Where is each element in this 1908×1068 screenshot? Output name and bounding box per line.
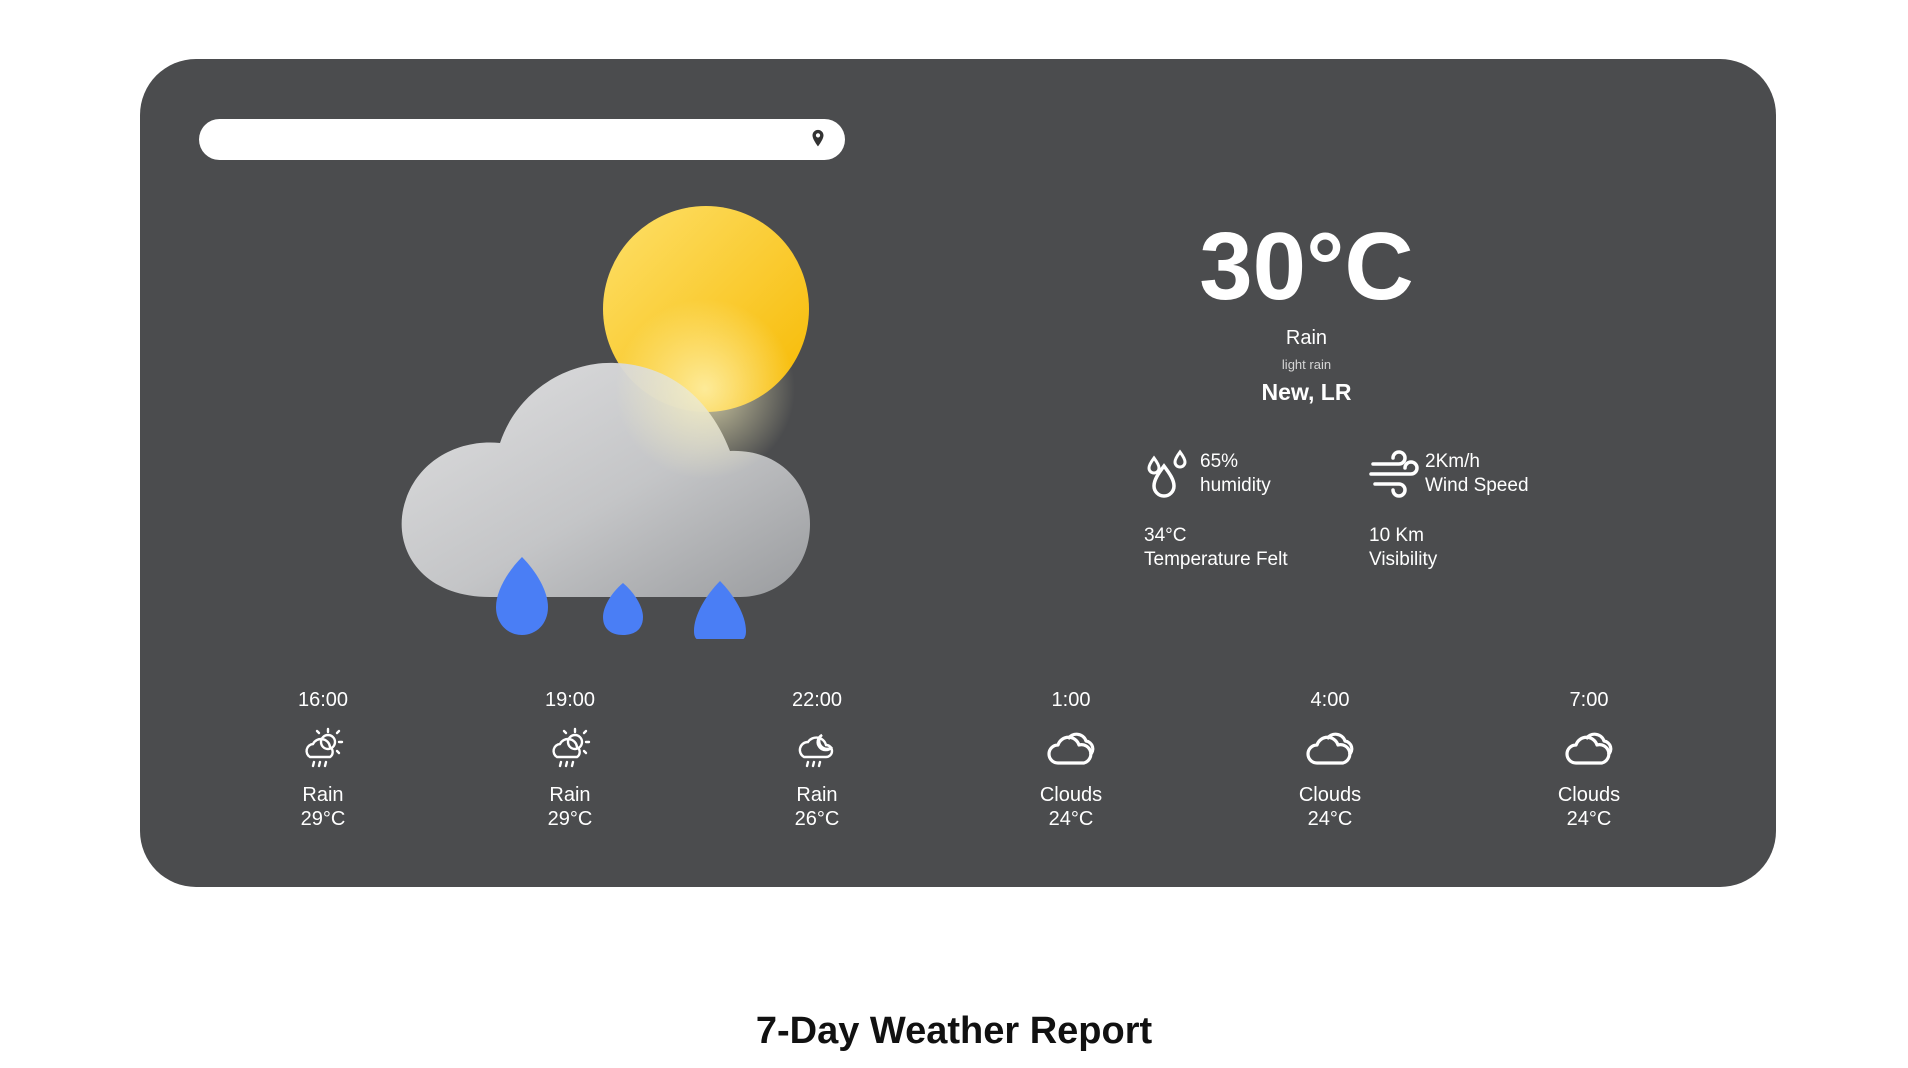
forecast-time: 7:00 [1569, 689, 1609, 711]
cloud-sun-rain-icon [401, 206, 810, 639]
wind-stat: 2Km/h Wind Speed [1369, 448, 1609, 508]
moon-cloud-rain-icon [798, 733, 834, 768]
clouds-icon [1565, 732, 1613, 765]
humidity-label: humidity [1200, 475, 1271, 496]
wind-value: 2Km/h [1425, 451, 1480, 472]
feels-like-stat: 34°C Temperature Felt [1144, 524, 1364, 572]
forecast-item[interactable]: 1:00 Clouds 24°C [996, 689, 1146, 831]
forecast-time: 22:00 [791, 689, 843, 711]
humidity-value: 65% [1200, 451, 1239, 472]
sun-cloud-rain-icon [552, 727, 591, 768]
forecast-condition: Rain [796, 784, 838, 806]
current-description: light rain [1281, 357, 1332, 372]
humidity-drops-icon [1147, 449, 1187, 498]
clouds-icon [1306, 732, 1354, 765]
humidity-stat: 65% humidity [1144, 448, 1344, 508]
report-title: 7-Day Weather Report [755, 1010, 1153, 1052]
weather-card: 30°C Rain light rain New, LR 65% humidit… [140, 59, 1776, 887]
forecast-temp: 24°C [1566, 808, 1612, 830]
forecast-time: 19:00 [544, 689, 596, 711]
forecast-item[interactable]: 4:00 Clouds 24°C [1255, 689, 1405, 831]
forecast-temp: 24°C [1048, 808, 1094, 830]
forecast-condition: Clouds [1039, 784, 1103, 806]
visibility-stat: 10 Km Visibility [1369, 524, 1589, 572]
forecast-condition: Clouds [1557, 784, 1621, 806]
forecast-item[interactable]: 19:00 Rain 29°C [495, 689, 645, 831]
feels-like-value: 34°C [1144, 525, 1187, 546]
forecast-time: 4:00 [1310, 689, 1350, 711]
forecast-condition: Rain [549, 784, 591, 806]
forecast-item[interactable]: 16:00 Rain 29°C [248, 689, 398, 831]
wind-label: Wind Speed [1425, 475, 1529, 496]
forecast-time: 16:00 [297, 689, 349, 711]
visibility-label: Visibility [1369, 549, 1438, 570]
wind-icon [1369, 450, 1419, 498]
current-temperature: 30°C [1199, 213, 1414, 320]
search-input[interactable] [217, 127, 801, 153]
location-pin-icon[interactable] [807, 128, 829, 150]
location-name: New, LR [1261, 379, 1352, 405]
forecast-condition: Rain [302, 784, 344, 806]
search-bar[interactable] [199, 119, 845, 160]
forecast-temp: 26°C [794, 808, 840, 830]
forecast-temp: 24°C [1307, 808, 1353, 830]
visibility-value: 10 Km [1369, 525, 1424, 546]
forecast-time: 1:00 [1051, 689, 1091, 711]
current-condition: Rain [1285, 327, 1328, 349]
forecast-item[interactable]: 22:00 Rain 26°C [742, 689, 892, 831]
clouds-icon [1047, 732, 1095, 765]
forecast-item[interactable]: 7:00 Clouds 24°C [1514, 689, 1664, 831]
feels-like-label: Temperature Felt [1144, 549, 1288, 570]
forecast-temp: 29°C [300, 808, 346, 830]
sun-cloud-rain-icon [305, 727, 344, 768]
hourly-forecast: 16:00 Rain 29°C 19:00 Rain 29°C 22:00 Ra… [140, 689, 1776, 889]
forecast-temp: 29°C [547, 808, 593, 830]
forecast-condition: Clouds [1298, 784, 1362, 806]
